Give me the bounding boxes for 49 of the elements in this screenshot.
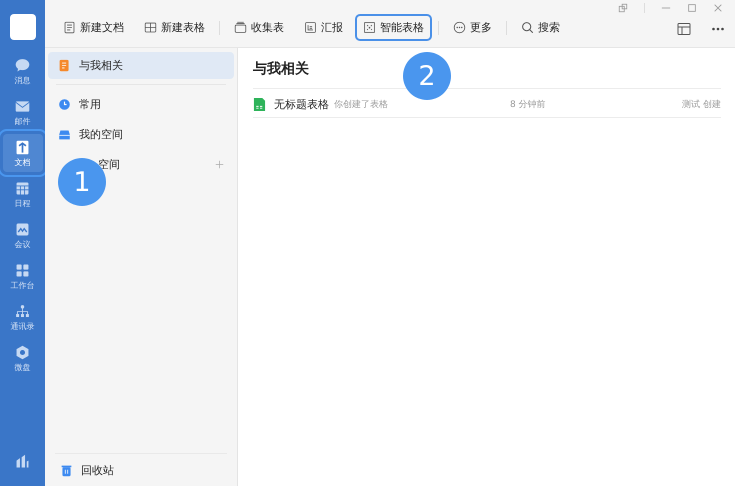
document-icon bbox=[63, 21, 76, 34]
layout-icon[interactable] bbox=[677, 22, 691, 36]
toolbar-button[interactable]: 新建表格 bbox=[136, 14, 213, 41]
box-icon bbox=[234, 21, 247, 34]
file-activity: 你创建了表格 bbox=[334, 98, 389, 110]
add-icon[interactable] bbox=[215, 160, 224, 169]
meeting-icon bbox=[14, 220, 31, 238]
table-icon bbox=[144, 21, 157, 34]
sidebar-item[interactable]: 我的空间 bbox=[48, 121, 234, 148]
toolbar-button[interactable]: 收集表 bbox=[226, 14, 292, 41]
hexagon-icon bbox=[14, 344, 31, 360]
app-logo bbox=[10, 14, 36, 40]
trash-link[interactable]: 回收站 bbox=[81, 463, 114, 478]
org-chart-icon bbox=[14, 302, 31, 320]
nav-item[interactable]: 工作台 bbox=[2, 257, 42, 295]
file-name: 无标题表格 bbox=[274, 96, 329, 112]
more-icon bbox=[453, 21, 466, 34]
clock-icon bbox=[58, 98, 71, 111]
nav-item[interactable]: 日程 bbox=[2, 175, 42, 213]
nav-item[interactable]: 邮件 bbox=[2, 93, 42, 131]
nav-item[interactable]: 微盘 bbox=[2, 339, 42, 377]
toolbar-button[interactable]: 汇报 bbox=[296, 14, 351, 41]
grid-icon bbox=[14, 262, 31, 278]
drive-icon bbox=[58, 128, 71, 141]
close-icon[interactable] bbox=[713, 3, 723, 13]
maximize-icon[interactable] bbox=[687, 3, 697, 13]
report-icon bbox=[304, 21, 317, 34]
bar-chart-icon[interactable] bbox=[14, 453, 31, 470]
sidebar-item[interactable]: 与我相关 bbox=[48, 52, 234, 79]
chat-bubble-icon bbox=[14, 56, 31, 74]
document-icon bbox=[58, 59, 71, 72]
nav-item[interactable]: 通讯录 bbox=[2, 298, 42, 336]
nav-item[interactable]: 文档 bbox=[2, 134, 42, 172]
smart-table-icon bbox=[363, 21, 376, 34]
pin-icon[interactable] bbox=[618, 3, 628, 13]
sidebar-item[interactable]: 常用 bbox=[48, 91, 234, 118]
spreadsheet-icon bbox=[253, 96, 266, 112]
toolbar-button[interactable]: 搜索 bbox=[513, 14, 568, 41]
file-time: 8 分钟前 bbox=[510, 98, 547, 110]
trash-icon[interactable] bbox=[60, 464, 73, 477]
search-icon bbox=[521, 21, 534, 34]
toolbar-button[interactable]: 新建文档 bbox=[55, 14, 132, 41]
toolbar-button[interactable]: 更多 bbox=[445, 14, 500, 41]
toolbar-button[interactable]: 智能表格 bbox=[355, 14, 432, 41]
document-icon bbox=[14, 138, 31, 156]
nav-item[interactable]: 消息 bbox=[2, 52, 42, 90]
calendar-icon bbox=[14, 180, 31, 196]
nav-item[interactable]: 会议 bbox=[2, 216, 42, 254]
file-owner: 测试 创建 bbox=[682, 98, 721, 110]
